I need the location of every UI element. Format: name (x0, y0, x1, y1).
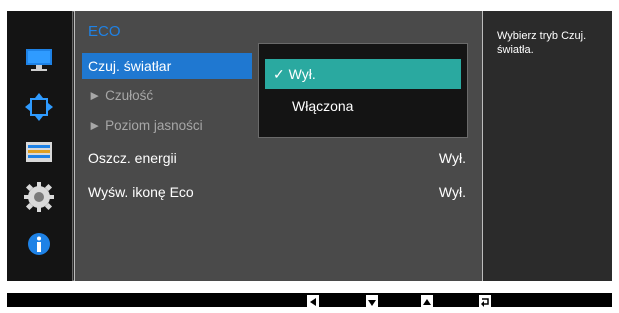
menu-item-light-sensor[interactable]: Czuj. światłar (82, 53, 252, 79)
gear-icon[interactable] (21, 182, 57, 212)
menu-item-label: Oszcz. energii (88, 150, 177, 166)
control-bar (7, 293, 612, 307)
option-off[interactable]: ✓ Wył. (265, 59, 461, 89)
menu-item-eco-icon[interactable]: Wyśw. ikonę Eco (82, 179, 482, 205)
option-on[interactable]: Włączona (292, 93, 353, 119)
left-arrow-icon[interactable] (307, 295, 319, 307)
help-panel: Wybierz tryb Czuj. światła. (483, 11, 612, 281)
check-icon: ✓ (273, 66, 285, 82)
monitor-icon[interactable] (21, 45, 57, 75)
resize-arrows-icon[interactable] (21, 92, 57, 122)
option-popup: ✓ Wył. Włączona (258, 43, 468, 138)
menu-item-label: ► Czułość (88, 88, 154, 103)
menu-item-label: Czuj. światłar (88, 58, 172, 74)
menu-item-value: Wył. (438, 184, 466, 200)
settings-bars-icon[interactable] (21, 137, 57, 167)
menu-item-sensitivity[interactable]: ► Czułość (82, 83, 153, 109)
up-arrow-icon[interactable] (421, 295, 433, 307)
return-icon[interactable] (479, 295, 491, 307)
menu-item-eco-saving[interactable]: Oszcz. energii (82, 145, 482, 171)
menu-item-label: ► Poziom jasności (88, 118, 203, 133)
menu-title: ECO (88, 23, 121, 40)
down-arrow-icon[interactable] (366, 295, 378, 307)
info-icon[interactable] (21, 229, 57, 259)
option-label: Wył. (288, 66, 316, 82)
category-sidebar (7, 11, 73, 281)
menu-item-label: Wyśw. ikonę Eco (88, 184, 194, 200)
menu-item-value: Wył. (438, 150, 466, 166)
help-text: Wybierz tryb Czuj. światła. (497, 30, 587, 56)
menu-item-brightness-level[interactable]: ► Poziom jasności (82, 113, 203, 139)
